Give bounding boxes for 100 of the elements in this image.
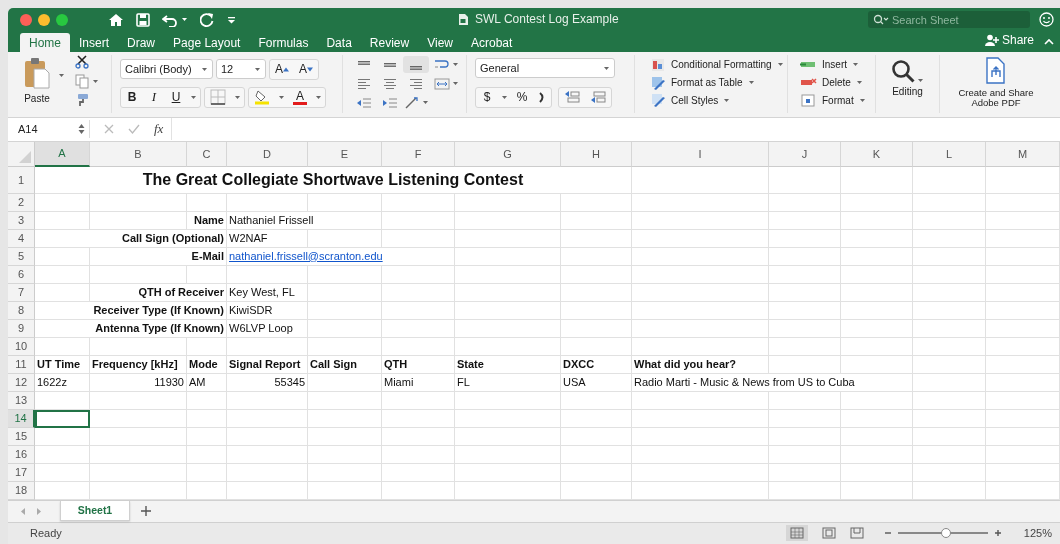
spreadsheet-cell[interactable] bbox=[455, 301, 561, 320]
cells-menu-button[interactable]: Insert bbox=[800, 56, 866, 74]
spreadsheet-cell[interactable] bbox=[841, 391, 913, 410]
column-header[interactable]: A bbox=[35, 141, 90, 167]
spreadsheet-cell[interactable]: Frequency [kHz] bbox=[90, 355, 187, 374]
name-box[interactable]: A14 bbox=[14, 119, 90, 138]
spreadsheet-cell[interactable] bbox=[913, 247, 986, 266]
spreadsheet-cell[interactable] bbox=[35, 211, 90, 230]
spreadsheet-cell[interactable] bbox=[561, 463, 632, 482]
spreadsheet-cell[interactable] bbox=[561, 247, 632, 266]
spreadsheet-cell[interactable] bbox=[561, 409, 632, 428]
spreadsheet-cell[interactable] bbox=[382, 337, 455, 356]
spreadsheet-cell[interactable] bbox=[913, 373, 986, 392]
spreadsheet-cell[interactable] bbox=[227, 337, 308, 356]
spreadsheet-cell[interactable] bbox=[769, 247, 841, 266]
format-painter-icon[interactable] bbox=[75, 93, 89, 107]
spreadsheet-cell[interactable] bbox=[769, 283, 841, 302]
spreadsheet-cell[interactable] bbox=[455, 229, 561, 248]
spreadsheet-cell[interactable]: What did you hear? bbox=[632, 355, 769, 374]
zoom-percentage[interactable]: 125% bbox=[1023, 527, 1052, 540]
spreadsheet-cell[interactable] bbox=[561, 319, 632, 338]
spreadsheet-cell[interactable] bbox=[986, 301, 1060, 320]
spreadsheet-cell[interactable]: AM bbox=[187, 373, 227, 392]
spreadsheet-cell[interactable] bbox=[308, 265, 382, 284]
spreadsheet-cell[interactable] bbox=[187, 193, 227, 212]
create-pdf-button[interactable]: Create and Share Adobe PDF bbox=[951, 55, 1041, 108]
spreadsheet-cell[interactable] bbox=[308, 463, 382, 482]
conditional-formatting-icon[interactable] bbox=[651, 57, 666, 72]
spreadsheet-cell[interactable]: UT Time bbox=[35, 355, 90, 374]
align-icon[interactable] bbox=[357, 77, 371, 90]
spreadsheet-cell[interactable] bbox=[308, 391, 382, 410]
email-link[interactable]: nathaniel.frissell@scranton.edu bbox=[227, 247, 455, 266]
spreadsheet-cell[interactable] bbox=[561, 301, 632, 320]
spreadsheet-cell[interactable] bbox=[841, 427, 913, 446]
spreadsheet-cell[interactable] bbox=[986, 481, 1060, 500]
spreadsheet-cell[interactable] bbox=[841, 481, 913, 500]
spreadsheet-cell[interactable] bbox=[632, 427, 769, 446]
decrease-decimal-icon[interactable] bbox=[590, 90, 606, 104]
ribbon-tab[interactable]: Insert bbox=[70, 33, 119, 52]
zoom-in-icon[interactable] bbox=[993, 529, 1002, 538]
column-header[interactable]: H bbox=[561, 141, 632, 167]
spreadsheet-cell[interactable]: FL bbox=[455, 373, 561, 392]
spreadsheet-cell[interactable] bbox=[769, 211, 841, 230]
spreadsheet-cell[interactable] bbox=[986, 166, 1060, 194]
spreadsheet-cell[interactable] bbox=[35, 247, 90, 266]
format-as-table-icon[interactable] bbox=[651, 75, 666, 90]
spreadsheet-cell[interactable] bbox=[382, 445, 455, 464]
spreadsheet-cell[interactable]: Receiver Type (If Known) bbox=[35, 301, 227, 320]
close-window-button[interactable] bbox=[20, 13, 32, 26]
spreadsheet-cell[interactable] bbox=[769, 445, 841, 464]
caret-icon[interactable] bbox=[776, 62, 784, 68]
smiley-icon[interactable] bbox=[1039, 12, 1054, 27]
cells-menu-button[interactable]: Format bbox=[800, 91, 866, 109]
column-header[interactable]: I bbox=[632, 141, 769, 167]
down-caret-icon[interactable] bbox=[307, 66, 314, 72]
spreadsheet-cell[interactable] bbox=[913, 301, 986, 320]
spreadsheet-cell[interactable] bbox=[90, 427, 187, 446]
spreadsheet-cell[interactable] bbox=[913, 409, 986, 428]
spreadsheet-cell[interactable]: DXCC bbox=[561, 355, 632, 374]
column-header[interactable]: M bbox=[986, 141, 1060, 167]
row-header[interactable]: 1 bbox=[8, 166, 35, 194]
spreadsheet-cell[interactable] bbox=[455, 391, 561, 410]
increase-decimal-icon[interactable] bbox=[564, 90, 580, 104]
spreadsheet-cell[interactable] bbox=[986, 193, 1060, 212]
decrease-indent-icon[interactable] bbox=[356, 96, 372, 109]
spreadsheet-cell[interactable] bbox=[632, 247, 769, 266]
spreadsheet-cell[interactable]: Call Sign (Optional) bbox=[35, 229, 227, 248]
enter-icon[interactable] bbox=[128, 123, 140, 134]
search-icon[interactable] bbox=[873, 14, 889, 25]
spreadsheet-cell[interactable] bbox=[913, 391, 986, 410]
spreadsheet-cell[interactable] bbox=[308, 229, 382, 248]
spreadsheet-cell[interactable] bbox=[769, 301, 841, 320]
spreadsheet-cell[interactable] bbox=[986, 283, 1060, 302]
spreadsheet-cell[interactable] bbox=[561, 337, 632, 356]
spreadsheet-cell[interactable] bbox=[986, 373, 1060, 392]
cancel-icon[interactable] bbox=[104, 123, 114, 134]
spreadsheet-cell[interactable] bbox=[913, 337, 986, 356]
increase-font-size-button[interactable]: A bbox=[270, 59, 294, 79]
column-header[interactable]: F bbox=[382, 141, 455, 167]
caret-icon[interactable] bbox=[421, 100, 429, 105]
spreadsheet-cell[interactable] bbox=[769, 427, 841, 446]
spreadsheet-cell[interactable] bbox=[308, 193, 382, 212]
add-person-icon[interactable] bbox=[984, 34, 999, 46]
spreadsheet-cell[interactable] bbox=[986, 211, 1060, 230]
spreadsheet-cell[interactable] bbox=[913, 265, 986, 284]
spreadsheet-cell[interactable] bbox=[632, 229, 769, 248]
caret-icon[interactable] bbox=[201, 66, 208, 72]
spreadsheet-cell[interactable] bbox=[308, 409, 382, 428]
spreadsheet-cell[interactable] bbox=[561, 229, 632, 248]
spreadsheet-cell[interactable] bbox=[455, 193, 561, 212]
spreadsheet-cell[interactable] bbox=[35, 481, 90, 500]
sheet-tab[interactable]: Sheet1 bbox=[60, 501, 130, 521]
spreadsheet-cell[interactable] bbox=[455, 409, 561, 428]
caret-icon[interactable] bbox=[858, 97, 866, 103]
spreadsheet-cell[interactable] bbox=[455, 265, 561, 284]
spreadsheet-cell[interactable] bbox=[913, 445, 986, 464]
search-field[interactable]: Search Sheet bbox=[868, 11, 1030, 28]
spreadsheet-cell[interactable] bbox=[227, 265, 308, 284]
spreadsheet-cell[interactable] bbox=[35, 265, 90, 284]
spreadsheet-cell[interactable]: USA bbox=[561, 373, 632, 392]
